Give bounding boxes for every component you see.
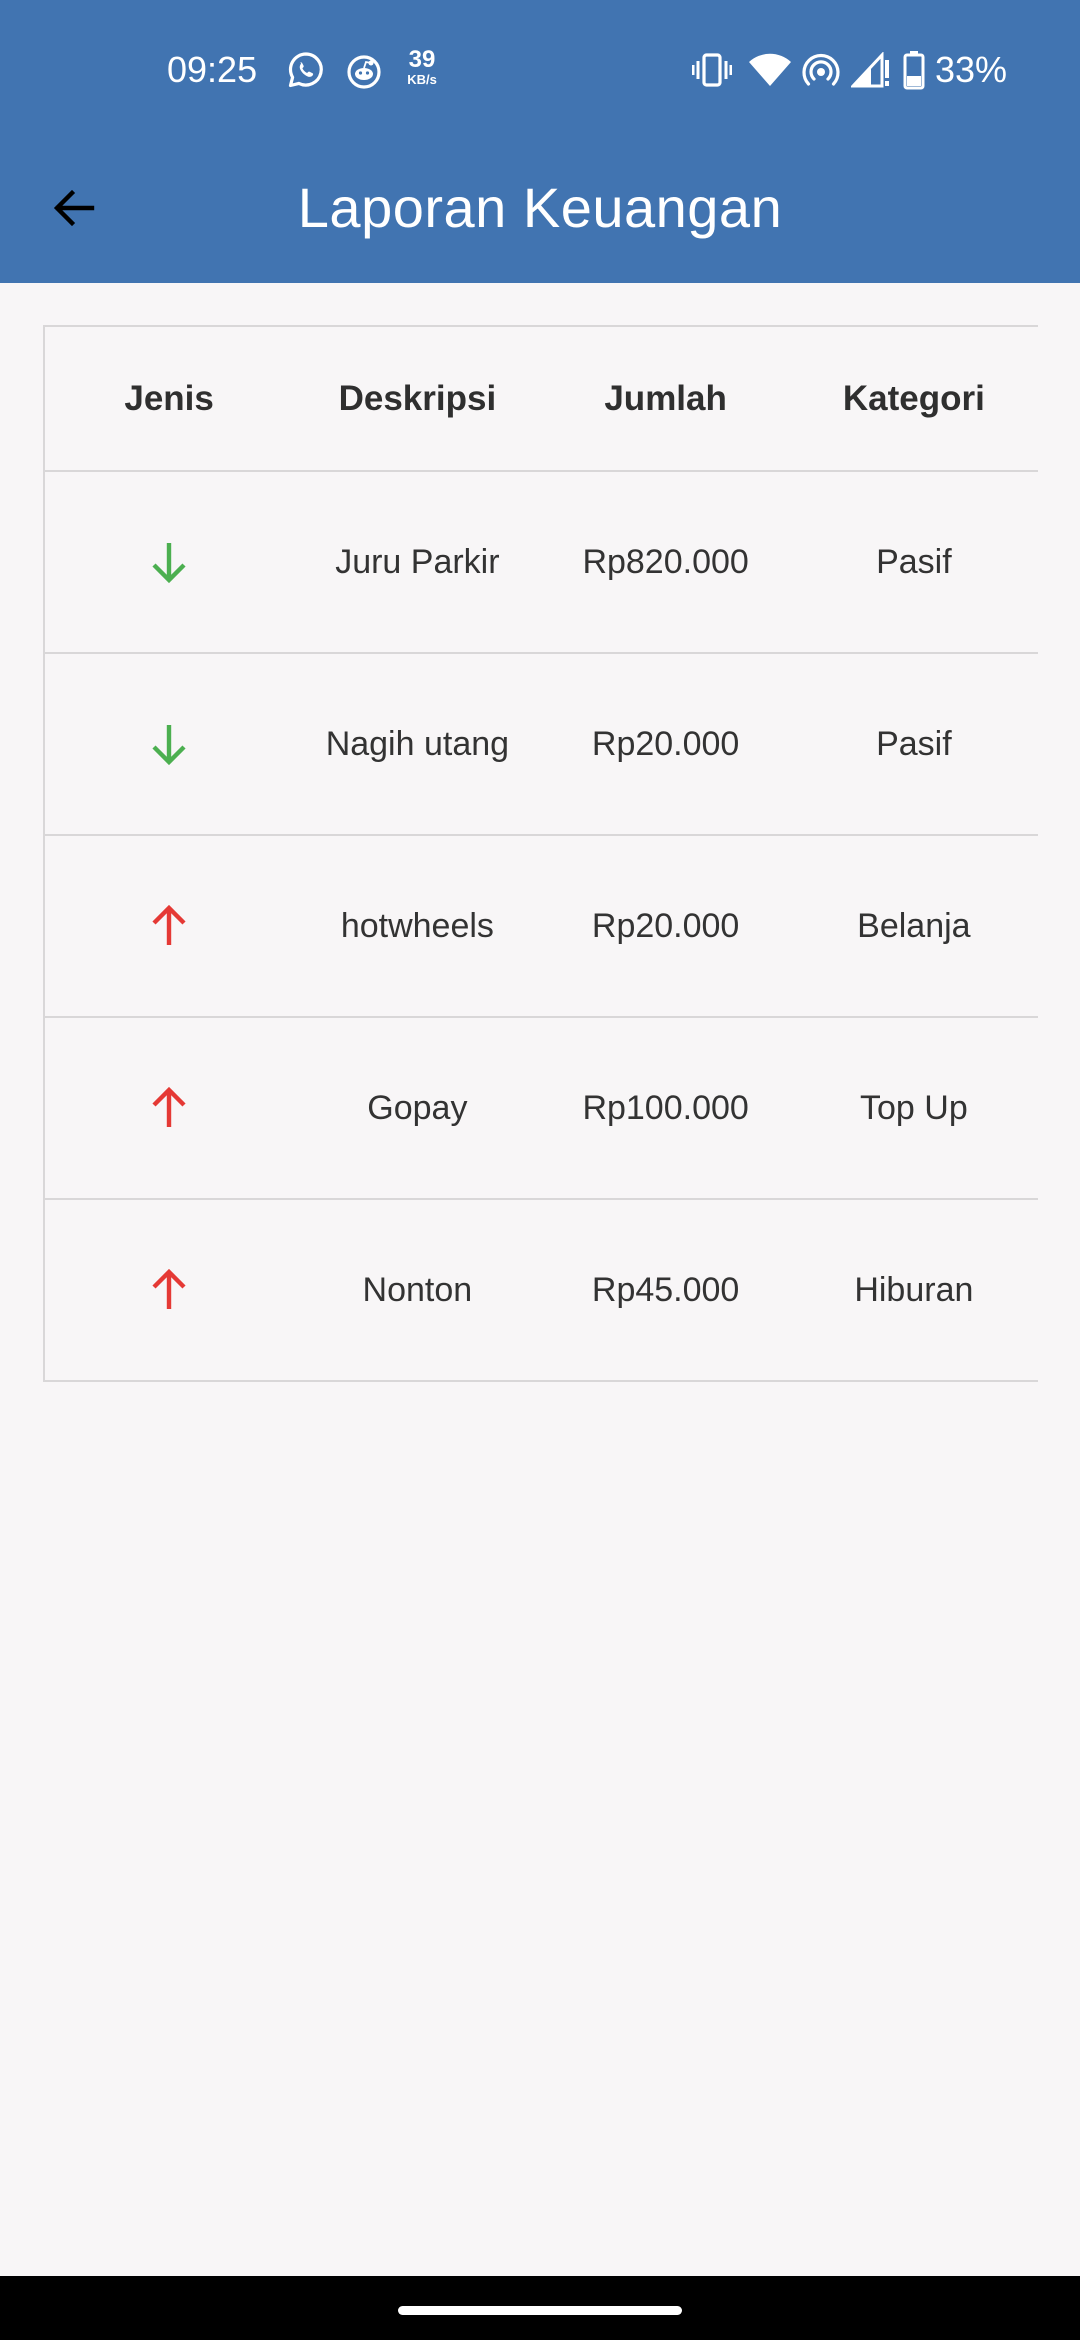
kategori-cell: Top Up xyxy=(860,1088,968,1127)
deskripsi-cell: Nagih utang xyxy=(325,724,510,763)
arrow-down-icon xyxy=(152,543,186,584)
kategori-cell: Pasif xyxy=(876,724,952,763)
header-jenis: Jenis xyxy=(124,378,214,418)
arrow-up-icon xyxy=(152,904,186,945)
net-speed-value: 39 xyxy=(408,46,436,73)
battery-percentage: 33% xyxy=(935,49,1008,90)
header-deskripsi: Deskripsi xyxy=(338,378,497,418)
net-speed-indicator: 39 KB/s xyxy=(400,46,444,87)
jenis-cell xyxy=(45,836,293,1016)
jumlah-cell: Rp20.000 xyxy=(591,906,740,945)
arrow-down-icon xyxy=(152,725,186,766)
arrow-up-icon xyxy=(152,1268,186,1309)
table-row[interactable]: Gopay Rp100.000 Top Up xyxy=(45,1018,1038,1200)
jenis-cell xyxy=(45,654,293,834)
table-row[interactable]: hotwheels Rp20.000 Belanja xyxy=(45,836,1038,1018)
wifi-icon xyxy=(749,53,791,86)
home-indicator[interactable] xyxy=(398,2306,682,2315)
table-row[interactable]: Nagih utang Rp20.000 Pasif xyxy=(45,654,1038,836)
reddit-icon xyxy=(347,55,381,89)
finance-table: Jenis Deskripsi Jumlah Kategori Juru Par… xyxy=(43,325,1038,1382)
app-bar: 09:25 39 KB/s 33% Laporan Keuangan xyxy=(0,0,1080,283)
kategori-cell: Pasif xyxy=(876,542,952,581)
deskripsi-cell: Gopay xyxy=(367,1088,468,1127)
jenis-cell xyxy=(45,1018,293,1198)
deskripsi-cell: Juru Parkir xyxy=(335,542,500,581)
jumlah-cell: Rp100.000 xyxy=(582,1088,749,1127)
table-header-row: Jenis Deskripsi Jumlah Kategori xyxy=(45,327,1038,472)
deskripsi-cell: Nonton xyxy=(362,1270,473,1309)
table-row[interactable]: Nonton Rp45.000 Hiburan xyxy=(45,1200,1038,1382)
signal-icon xyxy=(851,52,889,88)
table-row[interactable]: Juru Parkir Rp820.000 Pasif xyxy=(45,472,1038,654)
battery-icon xyxy=(903,51,925,90)
whatsapp-icon xyxy=(288,52,323,88)
jumlah-cell: Rp20.000 xyxy=(591,724,740,763)
status-time: 09:25 xyxy=(167,49,258,90)
hotspot-icon xyxy=(802,53,840,86)
vibrate-icon xyxy=(692,53,732,87)
kategori-cell: Belanja xyxy=(857,906,971,945)
kategori-cell: Hiburan xyxy=(854,1270,974,1309)
navigation-bar xyxy=(0,2276,1080,2340)
page-title: Laporan Keuangan xyxy=(297,176,783,239)
jenis-cell xyxy=(45,472,293,652)
header-jumlah: Jumlah xyxy=(604,378,727,418)
status-bar: 09:25 39 KB/s 33% xyxy=(0,0,1080,140)
jumlah-cell: Rp45.000 xyxy=(591,1270,740,1309)
jumlah-cell: Rp820.000 xyxy=(582,542,749,581)
arrow-up-icon xyxy=(152,1086,186,1127)
deskripsi-cell: hotwheels xyxy=(340,906,494,945)
header-kategori: Kategori xyxy=(842,378,985,418)
net-speed-unit: KB/s xyxy=(407,72,437,87)
jenis-cell xyxy=(45,1200,293,1380)
